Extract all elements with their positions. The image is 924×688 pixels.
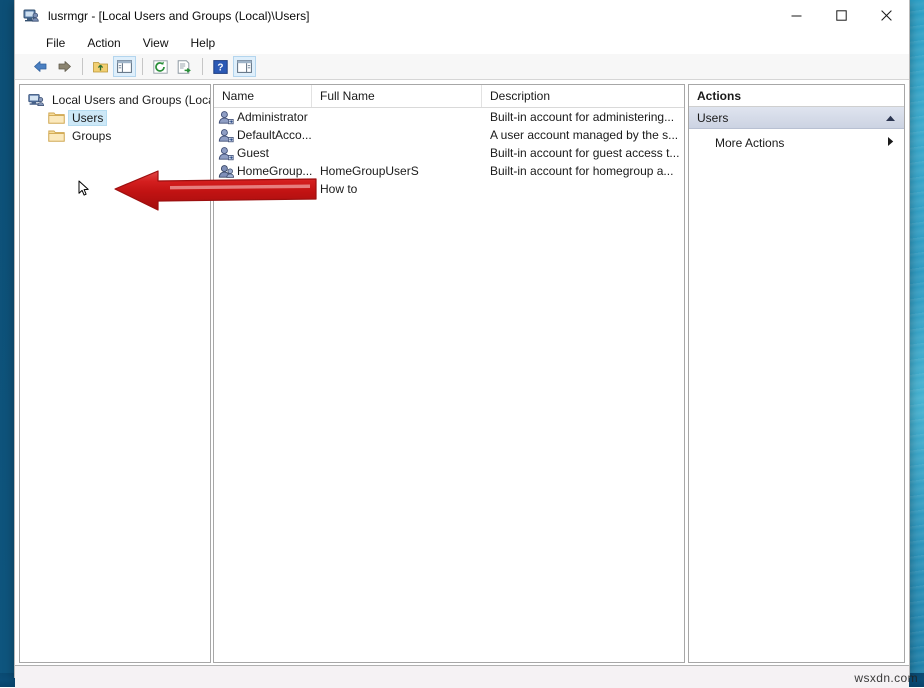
lusrmgr-window: lusrmgr - [Local Users and Groups (Local… bbox=[14, 0, 910, 678]
user-icon bbox=[218, 110, 234, 125]
user-icon bbox=[218, 182, 234, 197]
actions-section-users[interactable]: Users bbox=[689, 107, 904, 129]
action-item-label: More Actions bbox=[715, 136, 784, 150]
computer-users-icon bbox=[23, 7, 40, 24]
column-header-full-name[interactable]: Full Name bbox=[312, 85, 482, 107]
tree-item-users[interactable]: Users bbox=[26, 109, 210, 127]
cell-description: Built-in account for administering... bbox=[482, 110, 684, 124]
maximize-button[interactable] bbox=[819, 0, 864, 31]
table-row[interactable]: Administrator Built-in account for admin… bbox=[214, 108, 684, 126]
cell-name: Administrator bbox=[214, 110, 312, 125]
cell-name-text: DefaultAcco... bbox=[237, 128, 312, 142]
cell-name: DefaultAcco... bbox=[214, 128, 312, 143]
up-folder-icon[interactable] bbox=[89, 56, 112, 77]
chevron-up-icon[interactable] bbox=[885, 111, 896, 125]
console-tree-pane: Local Users and Groups (Local) Users bbox=[19, 84, 211, 663]
cell-name-text: Administrator bbox=[237, 110, 308, 124]
refresh-icon[interactable] bbox=[149, 56, 172, 77]
svg-text:?: ? bbox=[217, 62, 223, 73]
menu-file[interactable]: File bbox=[35, 34, 76, 52]
table-row[interactable]: DefaultAcco... A user account managed by… bbox=[214, 126, 684, 144]
title-bar: lusrmgr - [Local Users and Groups (Local… bbox=[15, 0, 909, 31]
cell-name-text: HomeGroup... bbox=[237, 164, 312, 178]
column-header-description[interactable]: Description bbox=[482, 85, 684, 107]
cell-name: HomeGroup... bbox=[214, 164, 312, 179]
user-icon bbox=[218, 146, 234, 161]
list-body: Administrator Built-in account for admin… bbox=[214, 108, 684, 198]
console-content: Local Users and Groups (Local) Users bbox=[15, 80, 909, 663]
export-list-icon[interactable] bbox=[173, 56, 196, 77]
cell-description: Built-in account for homegroup a... bbox=[482, 164, 684, 178]
cell-name: user bbox=[214, 182, 312, 197]
list-view-pane: Name Full Name Description bbox=[213, 84, 685, 663]
toolbar-separator bbox=[142, 58, 143, 75]
cell-full-name: HomeGroupUserS bbox=[312, 164, 482, 178]
tree-item-groups-label: Groups bbox=[69, 129, 114, 143]
cell-description: A user account managed by the s... bbox=[482, 128, 684, 142]
table-row[interactable]: Guest Built-in account for guest access … bbox=[214, 144, 684, 162]
action-item-more-actions[interactable]: More Actions bbox=[689, 132, 904, 153]
minimize-button[interactable] bbox=[774, 0, 819, 31]
window-controls bbox=[774, 0, 909, 31]
menu-view[interactable]: View bbox=[132, 34, 180, 52]
column-header-name[interactable]: Name bbox=[214, 85, 312, 107]
help-icon[interactable]: ? bbox=[209, 56, 232, 77]
actions-pane: Actions Users More Actions bbox=[688, 84, 905, 663]
list-header: Name Full Name Description bbox=[214, 85, 684, 108]
cell-description: Built-in account for guest access t... bbox=[482, 146, 684, 160]
user-icon bbox=[218, 128, 234, 143]
folder-icon bbox=[48, 111, 65, 126]
cell-name-text: user bbox=[237, 182, 260, 196]
menu-action[interactable]: Action bbox=[76, 34, 131, 52]
console-tree: Local Users and Groups (Local) Users bbox=[20, 85, 210, 145]
chevron-right-icon[interactable] bbox=[887, 136, 894, 150]
cell-name: Guest bbox=[214, 146, 312, 161]
actions-item-list: More Actions bbox=[689, 129, 904, 153]
watermark: wsxdn.com bbox=[854, 671, 918, 685]
tree-item-groups[interactable]: Groups bbox=[26, 127, 210, 145]
user-icon bbox=[218, 164, 234, 179]
show-hide-action-pane-icon[interactable] bbox=[233, 56, 256, 77]
tree-item-root[interactable]: Local Users and Groups (Local) bbox=[26, 91, 210, 109]
cell-name-text: Guest bbox=[237, 146, 269, 160]
back-icon[interactable] bbox=[29, 56, 52, 77]
toolbar: ? bbox=[15, 54, 909, 80]
actions-section-label: Users bbox=[697, 111, 728, 125]
computer-icon bbox=[28, 93, 45, 108]
forward-icon[interactable] bbox=[53, 56, 76, 77]
folder-icon bbox=[48, 129, 65, 144]
actions-pane-title: Actions bbox=[689, 85, 904, 107]
status-bar bbox=[15, 665, 909, 688]
mouse-cursor bbox=[78, 180, 90, 198]
table-row[interactable]: HomeGroup... HomeGroupUserS Built-in acc… bbox=[214, 162, 684, 180]
menu-help[interactable]: Help bbox=[180, 34, 227, 52]
show-hide-console-tree-icon[interactable] bbox=[113, 56, 136, 77]
cell-full-name: How to bbox=[312, 182, 482, 196]
menu-bar: File Action View Help bbox=[15, 31, 909, 54]
tree-root-label: Local Users and Groups (Local) bbox=[49, 93, 211, 107]
toolbar-separator bbox=[202, 58, 203, 75]
toolbar-separator bbox=[82, 58, 83, 75]
tree-item-users-label: Users bbox=[69, 111, 106, 125]
close-button[interactable] bbox=[864, 0, 909, 31]
table-row[interactable]: user How to bbox=[214, 180, 684, 198]
window-title: lusrmgr - [Local Users and Groups (Local… bbox=[48, 9, 309, 23]
